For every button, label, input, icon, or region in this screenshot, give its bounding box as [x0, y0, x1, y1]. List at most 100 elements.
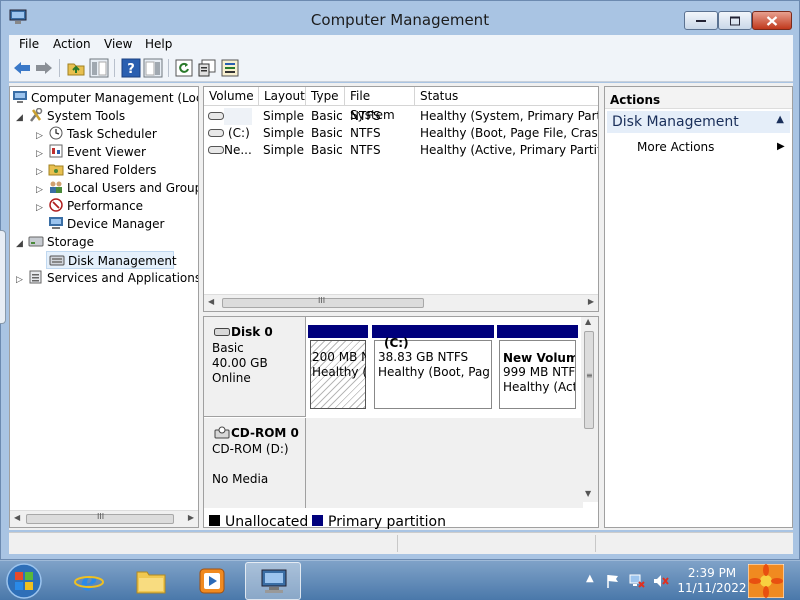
scroll-up-icon[interactable]: ▲: [585, 317, 591, 326]
disk-graphical-view[interactable]: Disk 0 Basic 40.00 GB Online 200 MB N He…: [203, 316, 599, 528]
column-header-file-system[interactable]: File System: [345, 87, 415, 122]
tree-item-device-manager[interactable]: Device Manager: [48, 215, 164, 233]
tree-item-disk-management[interactable]: Disk Management: [46, 251, 177, 269]
taskbar: e ▲ 2:39 PM 11/11/2022: [0, 560, 800, 600]
submenu-arrow-icon[interactable]: ▶: [777, 141, 785, 152]
actions-section-disk-management[interactable]: Disk Management ▲: [607, 111, 790, 133]
scroll-left-icon[interactable]: ◀: [208, 297, 214, 306]
scroll-right-icon[interactable]: ▶: [588, 297, 594, 306]
users-icon: [50, 181, 62, 193]
tree-item-label: Disk Management: [68, 254, 177, 268]
edge-handle[interactable]: [0, 230, 6, 324]
action-center-flag-icon[interactable]: [605, 573, 621, 589]
scroll-left-icon[interactable]: ◀: [14, 513, 20, 522]
tree-item-task-scheduler[interactable]: ▷ Task Scheduler: [36, 125, 157, 143]
svg-text:e: e: [81, 567, 98, 596]
disk-0-size: 40.00 GB: [212, 356, 268, 370]
network-icon[interactable]: [629, 573, 645, 589]
forward-arrow-icon[interactable]: [34, 58, 54, 78]
collapsed-arrow-icon[interactable]: ▷: [36, 199, 48, 217]
column-header-layout[interactable]: Layout: [259, 87, 306, 106]
volume-muted-icon[interactable]: [653, 573, 669, 589]
scrollbar-thumb[interactable]: III: [26, 512, 174, 524]
more-actions-item[interactable]: More Actions: [637, 140, 714, 154]
volume-drive-icon: [208, 129, 224, 137]
partition-3-status: Healthy (Act: [503, 380, 575, 394]
scrollbar-thumb[interactable]: ≡: [584, 331, 594, 429]
maximize-button[interactable]: [718, 11, 752, 30]
tree-item-root[interactable]: Computer Management (Local: [12, 89, 199, 107]
table-row-1-volume[interactable]: [226, 108, 256, 125]
tree-item-event-viewer[interactable]: ▷ Event Viewer: [36, 143, 146, 161]
tree-item-label: Computer Management (Local: [31, 91, 199, 105]
menu-view[interactable]: View: [104, 37, 132, 51]
tree-item-local-users[interactable]: ▷ Local Users and Groups: [36, 179, 198, 197]
up-folder-icon[interactable]: [66, 58, 86, 78]
taskbar-file-explorer[interactable]: [123, 562, 179, 600]
close-button[interactable]: [752, 11, 792, 30]
partition-system-reserved[interactable]: 200 MB N Healthy (: [308, 325, 368, 411]
tree-item-services[interactable]: ▷ Services and Applications: [16, 269, 198, 289]
navigation-tree[interactable]: Computer Management (Local ◢ System Tools…: [9, 86, 199, 528]
legend: Unallocated Primary partition: [203, 514, 599, 530]
show-hide-tree-icon[interactable]: [89, 58, 109, 78]
settings-icon[interactable]: [220, 58, 240, 78]
expanded-arrow-icon[interactable]: ◢: [16, 235, 28, 253]
partition-3-size: 999 MB NTFS: [503, 365, 575, 379]
device-manager-icon: [49, 217, 63, 229]
user-flower-icon[interactable]: [748, 564, 784, 598]
disk-0-label[interactable]: Disk 0 Basic 40.00 GB Online: [204, 317, 306, 417]
scrollbar-thumb[interactable]: III: [222, 296, 424, 308]
taskbar-internet-explorer[interactable]: e: [62, 562, 118, 600]
refresh-icon[interactable]: [174, 58, 194, 78]
show-action-pane-icon[interactable]: [143, 58, 163, 78]
menu-help[interactable]: Help: [145, 37, 172, 51]
collapsed-arrow-icon[interactable]: ▷: [16, 271, 28, 289]
taskbar-media-player[interactable]: [184, 562, 240, 600]
actions-section-label: Disk Management: [612, 114, 739, 130]
table-row-3-volume[interactable]: Ne...: [224, 142, 258, 159]
shared-folder-icon: [48, 164, 64, 176]
tree-item-performance[interactable]: ▷ Performance: [36, 197, 143, 215]
table-row-2-status: Healthy (Boot, Page File, Crash Du: [420, 126, 598, 140]
volume-horizontal-scrollbar[interactable]: ◀ III ▶: [204, 294, 598, 311]
system-clock[interactable]: 2:39 PM 11/11/2022: [672, 566, 752, 596]
partition-1-size: 200 MB N: [312, 350, 366, 364]
tree-item-system-tools[interactable]: ◢ System Tools: [16, 107, 125, 125]
computer-management-window: Computer Management File Action View Hel…: [0, 0, 800, 560]
scroll-right-icon[interactable]: ▶: [188, 513, 194, 522]
grip-glyph: III: [97, 512, 105, 521]
legend-label-unallocated: Unallocated: [225, 514, 309, 530]
table-row-2-type: Basic: [311, 126, 343, 140]
tray-expand-icon[interactable]: ▲: [586, 573, 594, 584]
properties-icon[interactable]: [197, 58, 217, 78]
start-button-icon[interactable]: [4, 562, 44, 600]
menu-action[interactable]: Action: [53, 37, 91, 51]
collapse-arrow-icon[interactable]: ▲: [776, 114, 784, 125]
tree-item-storage[interactable]: ◢ Storage: [16, 233, 94, 251]
media-player-icon: [199, 568, 225, 594]
table-row-2-volume[interactable]: (C:): [228, 125, 250, 142]
table-row-3-type: Basic: [311, 143, 343, 157]
column-header-volume[interactable]: Volume: [204, 87, 259, 106]
help-icon[interactable]: ?: [121, 58, 141, 78]
volume-list[interactable]: Volume Layout Type File System Status Si…: [203, 86, 599, 312]
partition-c[interactable]: (C:) 38.83 GB NTFS Healthy (Boot, Page: [372, 325, 494, 411]
expanded-arrow-icon[interactable]: ◢: [16, 109, 28, 127]
cdrom-media: No Media: [212, 472, 269, 486]
tree-item-label: Shared Folders: [67, 163, 157, 177]
title-bar[interactable]: Computer Management: [1, 1, 799, 35]
menu-file[interactable]: File: [19, 37, 39, 51]
back-arrow-icon[interactable]: [12, 58, 32, 78]
taskbar-computer-management[interactable]: [245, 562, 301, 600]
partition-new-volume[interactable]: New Volum 999 MB NTFS Healthy (Act: [497, 325, 578, 411]
column-header-type[interactable]: Type: [306, 87, 345, 106]
tree-item-shared-folders[interactable]: ▷ Shared Folders: [36, 161, 156, 179]
column-header-status[interactable]: Status: [415, 87, 598, 106]
cdrom-icon: [214, 426, 230, 439]
cdrom-0-label[interactable]: CD-ROM 0 CD-ROM (D:) No Media: [204, 418, 306, 508]
minimize-button[interactable]: [684, 11, 718, 30]
tree-horizontal-scrollbar[interactable]: ◀ III ▶: [10, 510, 198, 527]
scroll-down-icon[interactable]: ▼: [585, 489, 591, 498]
disk-vertical-scrollbar[interactable]: ▲ ≡ ▼: [581, 317, 598, 502]
